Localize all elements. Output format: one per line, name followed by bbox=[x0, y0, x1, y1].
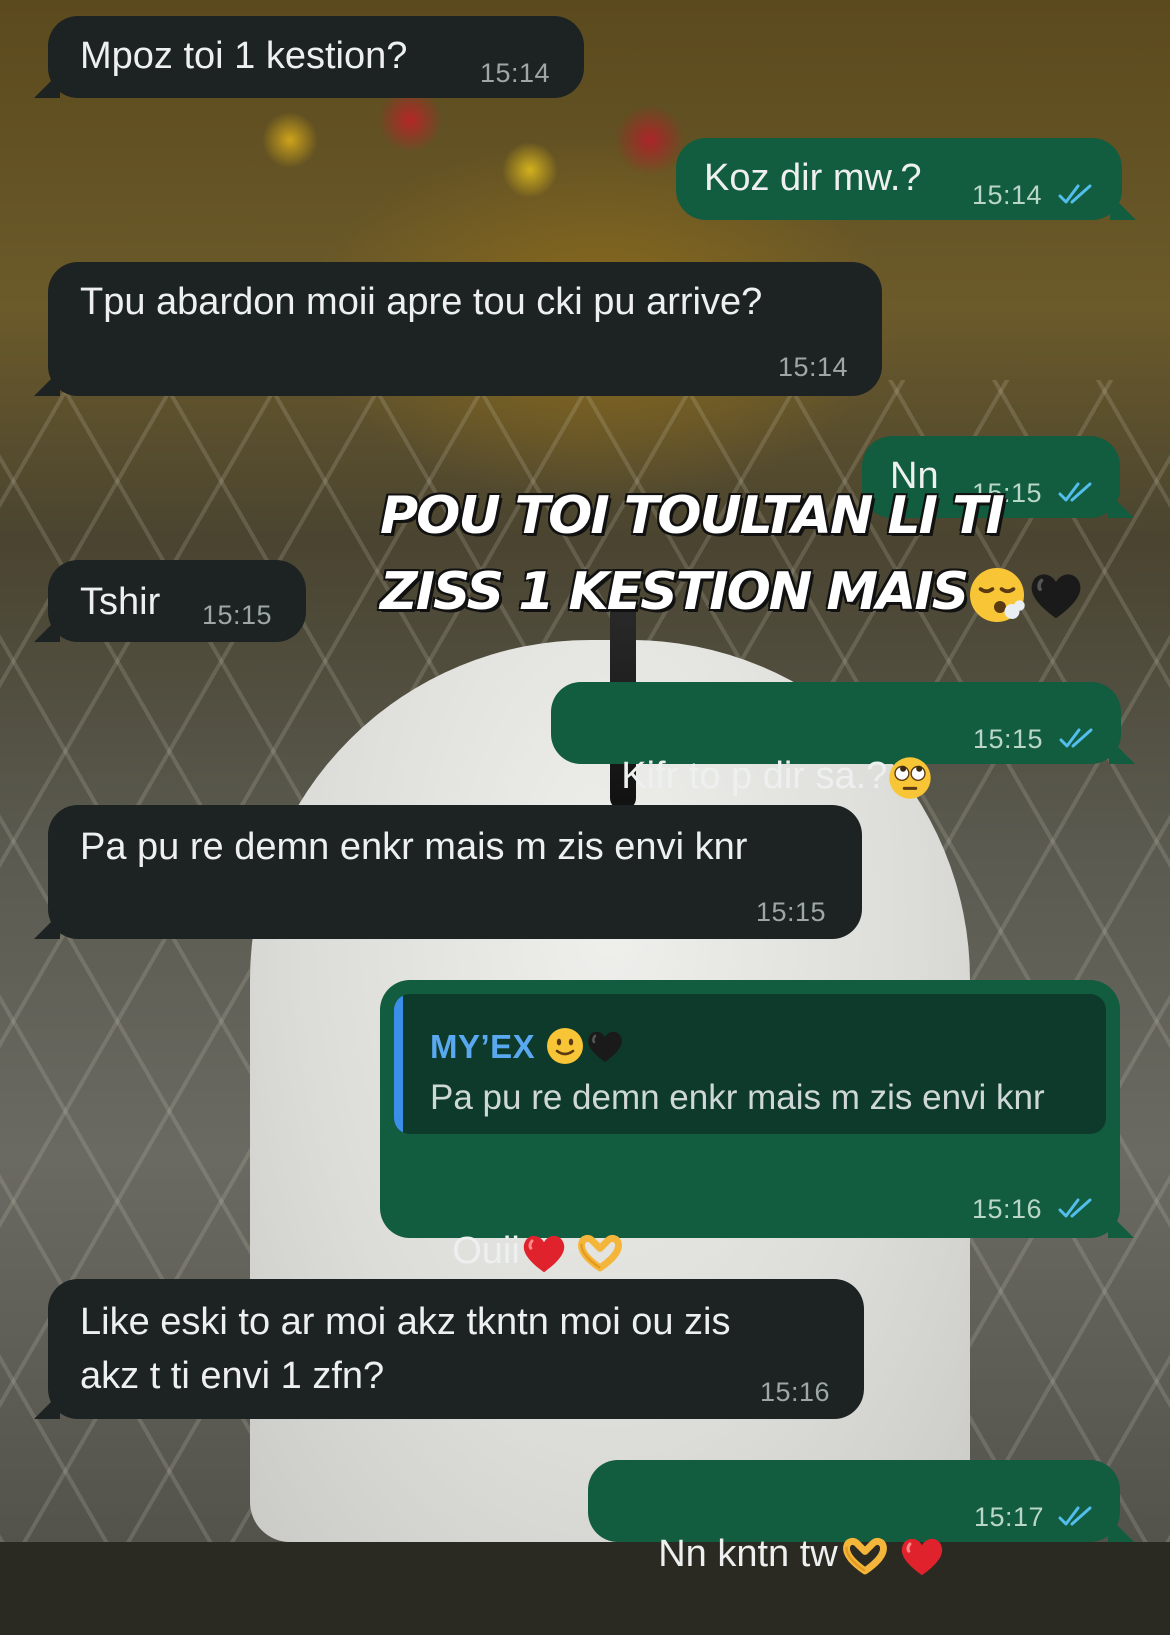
double-check-icon bbox=[1058, 1196, 1092, 1220]
face-exhaling-emoji bbox=[967, 565, 1027, 625]
message-time: 15:15 bbox=[973, 724, 1044, 754]
message-incoming[interactable]: Tshir 15:15 bbox=[34, 560, 306, 642]
message-time: 15:14 bbox=[972, 180, 1043, 210]
quote-bar bbox=[394, 994, 403, 1134]
message-time: 15:16 bbox=[760, 1377, 831, 1407]
double-check-icon bbox=[1058, 182, 1092, 206]
message-outgoing[interactable]: Koz dir mw.? 15:14 bbox=[676, 138, 1136, 220]
heart-hands-emoji bbox=[574, 1230, 626, 1276]
message-time: 15:14 bbox=[480, 58, 551, 88]
slightly-smiling-face-emoji bbox=[545, 1026, 585, 1066]
message-text: Pa pu re demn enkr mais m zis envi knr bbox=[80, 826, 748, 868]
black-heart-emoji bbox=[1027, 566, 1085, 624]
heart-hands-emoji bbox=[838, 1533, 892, 1579]
overlay-line-1: POU TOI TOULTAN LI TI bbox=[380, 486, 1005, 546]
message-time: 15:15 bbox=[756, 897, 827, 927]
message-outgoing-reply[interactable]: MY’EX Pa pu re demn enkr mais m zis envi… bbox=[380, 980, 1134, 1238]
message-time: 15:14 bbox=[778, 352, 849, 382]
message-text: Nn kntn tw bbox=[658, 1533, 838, 1575]
message-time: 15:17 bbox=[974, 1502, 1045, 1532]
message-text: Like eski to ar moi akz tkntn moi ou zis… bbox=[80, 1301, 731, 1397]
message-outgoing[interactable]: Kifr to p dir sa.? 15:15 bbox=[551, 682, 1135, 764]
message-outgoing[interactable]: Nn kntn tw 15:17 bbox=[588, 1460, 1134, 1542]
message-text: Tpu abardon moii apre tou cki pu arrive? bbox=[80, 281, 763, 323]
red-heart-emoji bbox=[898, 1532, 946, 1580]
message-text: Tshir bbox=[80, 581, 161, 623]
double-check-icon bbox=[1059, 726, 1093, 750]
red-heart-emoji bbox=[520, 1229, 568, 1277]
message-text: Kifr to p dir sa.? bbox=[621, 755, 888, 797]
message-incoming[interactable]: Tpu abardon moii apre tou cki pu arrive?… bbox=[34, 262, 882, 396]
message-text: Koz dir mw.? bbox=[704, 157, 922, 199]
message-text: Mpoz toi 1 kestion? bbox=[80, 35, 408, 77]
message-text: Ouii bbox=[452, 1230, 520, 1272]
quoted-message[interactable]: MY’EX Pa pu re demn enkr mais m zis envi… bbox=[394, 994, 1106, 1134]
overlay-caption: POU TOI TOULTAN LI TI ZISS 1 KESTION MAI… bbox=[380, 478, 1140, 630]
quote-text: Pa pu re demn enkr mais m zis envi knr bbox=[430, 1078, 1045, 1117]
message-incoming[interactable]: Mpoz toi 1 kestion? 15:14 bbox=[34, 16, 584, 98]
message-time: 15:15 bbox=[202, 600, 273, 630]
message-time: 15:16 bbox=[972, 1194, 1043, 1224]
message-incoming[interactable]: Pa pu re demn enkr mais m zis envi knr 1… bbox=[34, 805, 862, 939]
double-check-icon bbox=[1058, 1504, 1092, 1528]
message-incoming[interactable]: Like eski to ar moi akz tkntn moi ou zis… bbox=[34, 1279, 864, 1419]
black-heart-emoji bbox=[585, 1026, 625, 1066]
face-rolling-eyes-emoji bbox=[887, 755, 933, 801]
overlay-line-2: ZISS 1 KESTION MAIS bbox=[380, 562, 969, 622]
quote-author: MY’EX bbox=[430, 1028, 536, 1065]
